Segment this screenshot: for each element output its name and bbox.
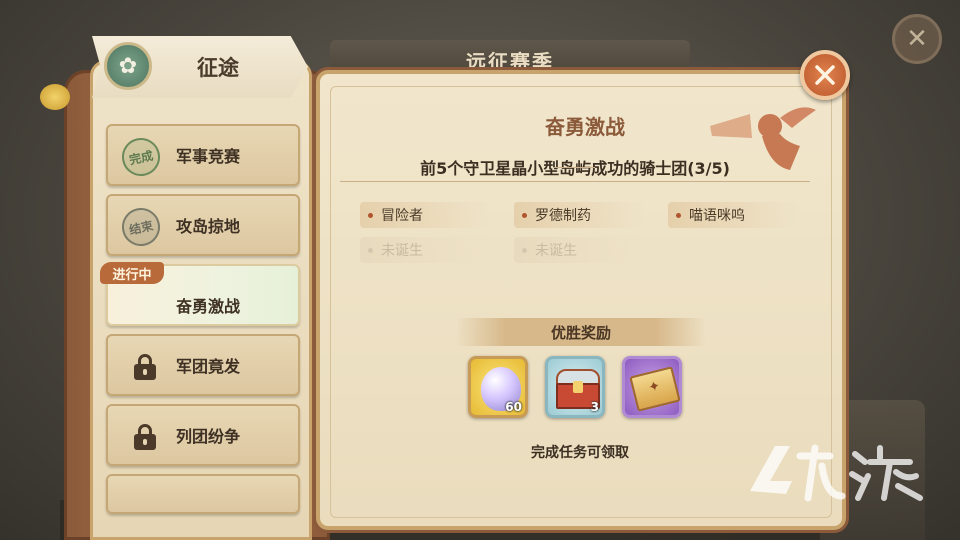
site-logo-watermark — [750, 444, 923, 502]
bullet-icon — [522, 212, 527, 218]
guild-name: 罗德制药 — [535, 208, 591, 224]
sidebar-item-legion-race[interactable]: 军团竟发 — [106, 334, 300, 396]
guild-slot: 冒险者 — [360, 202, 490, 228]
in-progress-badge: 进行中 — [100, 262, 164, 284]
clover-emblem-icon: ✿ — [104, 42, 152, 90]
scroll-ticket-icon — [629, 366, 681, 412]
tassel-icon — [40, 84, 70, 110]
guild-name: 喵语咪呜 — [689, 208, 745, 224]
sidebar-item-island-raid[interactable]: 结束 攻岛掠地 — [106, 194, 300, 256]
bullet-icon — [368, 247, 373, 253]
reward-header: 优胜奖励 — [456, 318, 706, 346]
sidebar-item-partial[interactable] — [106, 474, 300, 514]
bullet-icon — [368, 212, 373, 218]
lock-icon — [134, 354, 156, 380]
claim-hint: 完成任务可领取 — [531, 445, 629, 461]
sidebar-item-label: 军事竞赛 — [176, 147, 241, 166]
guild-name: 冒险者 — [381, 208, 423, 224]
guild-name: 未诞生 — [535, 243, 577, 259]
reward-item-crystal[interactable]: 60 — [468, 356, 528, 418]
reward-item-chest[interactable]: 3 — [545, 356, 605, 418]
sidebar-item-military-contest[interactable]: 完成 军事竞赛 — [106, 124, 300, 186]
lock-icon — [134, 424, 156, 450]
sidebar-item-label: 列团纷争 — [176, 427, 241, 446]
sidebar-item-label: 奋勇激战 — [176, 297, 241, 316]
bullet-icon — [676, 212, 681, 218]
sidebar-item-label: 攻岛掠地 — [176, 217, 241, 236]
reward-count: 60 — [505, 400, 522, 414]
sidebar-title: 征途 — [197, 56, 239, 80]
goal-text: 前5个守卫星晶小型岛屿成功的骑士团(3/5) — [340, 152, 810, 182]
guild-slot-empty: 未诞生 — [514, 237, 644, 263]
guild-name: 未诞生 — [381, 243, 423, 259]
guild-slot: 喵语咪呜 — [668, 202, 798, 228]
guild-slot-empty: 未诞生 — [360, 237, 490, 263]
bullet-icon — [522, 247, 527, 253]
close-button[interactable] — [800, 50, 850, 100]
reward-count: 3 — [590, 400, 599, 414]
background-close-icon: ✕ — [892, 14, 942, 64]
stamp-complete-icon: 完成 — [118, 134, 164, 180]
guild-slot: 罗德制药 — [514, 202, 644, 228]
sidebar-item-label: 军团竟发 — [176, 357, 241, 376]
section-title: 奋勇激战 — [545, 114, 625, 139]
close-icon — [815, 65, 835, 85]
sidebar-item-legion-dispute[interactable]: 列团纷争 — [106, 404, 300, 466]
stamp-ended-icon: 结束 — [118, 204, 164, 250]
reward-item-scroll[interactable] — [622, 356, 682, 418]
